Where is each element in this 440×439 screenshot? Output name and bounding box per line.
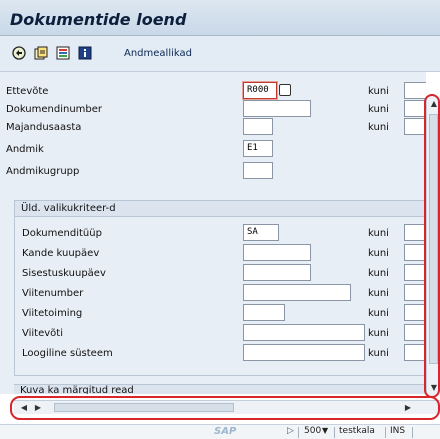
logical-system-label: Loogiline süsteem bbox=[22, 348, 113, 359]
logical-system-to-field[interactable] bbox=[404, 344, 426, 361]
matchcode-icon[interactable] bbox=[279, 84, 291, 96]
reference-key-to-label: kuni bbox=[368, 328, 389, 339]
vertical-scroll-thumb[interactable] bbox=[429, 114, 438, 364]
fiscal-year-to-label: kuni bbox=[368, 122, 389, 133]
show-marked-rows-title: Kuva ka märgitud read bbox=[20, 385, 134, 394]
group-title: Üld. valikukriteer-d bbox=[21, 203, 116, 214]
reference-key-field[interactable] bbox=[243, 324, 365, 341]
show-marked-rows-group: Kuva ka märgitud read bbox=[14, 384, 426, 394]
title-bar: Dokumentide loend bbox=[0, 0, 440, 36]
data-sources-button[interactable]: Andmeallikad bbox=[124, 48, 192, 59]
selection-screen: Ettevõte R000 kuni Dokumendinumber kuni … bbox=[0, 72, 426, 394]
status-bar: SAP ▷ 500 ▼ testkala INS bbox=[0, 424, 440, 439]
scroll-right-small-icon[interactable]: ▶ bbox=[32, 402, 44, 414]
document-number-to-label: kuni bbox=[368, 104, 389, 115]
reference-key-label: Viitevõti bbox=[22, 328, 63, 339]
get-variant-icon[interactable] bbox=[34, 46, 48, 60]
fiscal-year-to-field[interactable] bbox=[404, 118, 426, 135]
horizontal-scroll-thumb[interactable] bbox=[54, 403, 234, 412]
scroll-down-icon[interactable]: ▼ bbox=[428, 382, 440, 394]
session-dropdown-icon[interactable]: ▼ bbox=[322, 426, 328, 435]
reference-number-field[interactable] bbox=[243, 284, 351, 301]
reference-number-to-label: kuni bbox=[368, 288, 389, 299]
execute-icon[interactable] bbox=[12, 46, 26, 60]
status-expand-icon[interactable]: ▷ bbox=[287, 426, 294, 436]
company-to-label: kuni bbox=[368, 86, 389, 97]
selection-options-icon[interactable] bbox=[56, 46, 70, 60]
ledger-group-field[interactable] bbox=[243, 162, 273, 179]
reference-number-to-field[interactable] bbox=[404, 284, 426, 301]
scroll-right-icon[interactable]: ▶ bbox=[402, 402, 414, 414]
vertical-scrollbar[interactable]: ▲ ▼ bbox=[426, 96, 440, 396]
doc-type-to-label: kuni bbox=[368, 228, 389, 239]
ledger-field[interactable]: E1 bbox=[243, 140, 273, 157]
ledger-label: Andmik bbox=[6, 144, 44, 155]
horizontal-scrollbar[interactable]: ◀ ▶ ▶ bbox=[14, 400, 440, 414]
info-icon[interactable] bbox=[78, 46, 92, 60]
company-field[interactable]: R000 bbox=[243, 82, 277, 99]
reference-transaction-to-field[interactable] bbox=[404, 304, 426, 321]
group-header: Üld. valikukriteer-d bbox=[15, 201, 425, 217]
insert-mode: INS bbox=[390, 426, 406, 436]
page-title: Dokumentide loend bbox=[10, 10, 187, 29]
posting-date-label: Kande kuupäev bbox=[22, 248, 100, 259]
reference-number-label: Viitenumber bbox=[22, 288, 84, 299]
reference-key-to-field[interactable] bbox=[404, 324, 426, 341]
document-number-field[interactable] bbox=[243, 100, 311, 117]
document-number-label: Dokumendinumber bbox=[6, 104, 103, 115]
reference-transaction-field[interactable] bbox=[243, 304, 285, 321]
document-number-to-field[interactable] bbox=[404, 100, 426, 117]
status-divider bbox=[385, 427, 386, 438]
session-number: 500 bbox=[304, 426, 322, 436]
entry-date-to-label: kuni bbox=[368, 268, 389, 279]
status-divider bbox=[334, 427, 335, 438]
logical-system-field[interactable] bbox=[243, 344, 365, 361]
scroll-left-icon[interactable]: ◀ bbox=[18, 402, 30, 414]
server-name: testkala bbox=[339, 426, 375, 436]
reference-transaction-label: Viitetoiming bbox=[22, 308, 83, 319]
company-label: Ettevõte bbox=[6, 86, 49, 97]
entry-date-to-field[interactable] bbox=[404, 264, 426, 281]
posting-date-field[interactable] bbox=[243, 244, 311, 261]
scroll-up-icon[interactable]: ▲ bbox=[428, 98, 440, 110]
application-toolbar: Andmeallikad bbox=[0, 36, 440, 72]
logical-system-to-label: kuni bbox=[368, 348, 389, 359]
posting-date-to-field[interactable] bbox=[404, 244, 426, 261]
fiscal-year-label: Majandusaasta bbox=[6, 122, 82, 133]
status-divider bbox=[298, 427, 299, 438]
fiscal-year-field[interactable] bbox=[243, 118, 273, 135]
company-to-field[interactable] bbox=[404, 82, 426, 99]
sap-logo: SAP bbox=[214, 426, 237, 437]
doc-type-label: Dokumenditüüp bbox=[22, 228, 102, 239]
doc-type-to-field[interactable] bbox=[404, 224, 426, 241]
entry-date-label: Sisestuskuupäev bbox=[22, 268, 106, 279]
ledger-group-label: Andmikugrupp bbox=[6, 166, 80, 177]
doc-type-field[interactable]: SA bbox=[243, 224, 279, 241]
entry-date-field[interactable] bbox=[243, 264, 311, 281]
posting-date-to-label: kuni bbox=[368, 248, 389, 259]
reference-transaction-to-label: kuni bbox=[368, 308, 389, 319]
status-divider bbox=[412, 427, 413, 438]
